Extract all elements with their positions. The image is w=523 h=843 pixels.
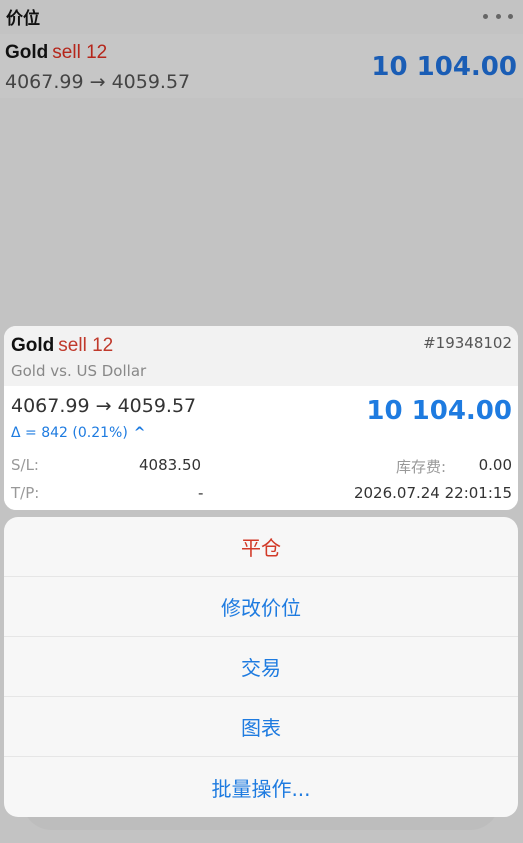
- card-symbol-name: Gold: [11, 335, 55, 356]
- sl-label: S/L:: [11, 456, 39, 474]
- position-profit: 10 104.00: [371, 52, 517, 82]
- price-delta: Δ = 842 (0.21%) ^: [11, 425, 146, 441]
- position-symbol-name: Gold: [5, 42, 49, 63]
- position-row[interactable]: Gold sell 12 4067.99 → 4059.57 10 104.00: [0, 34, 523, 98]
- position-side: sell 12: [52, 42, 108, 63]
- card-profit: 10 104.00: [366, 396, 512, 426]
- more-dots-icon[interactable]: [483, 6, 513, 26]
- close-position-button[interactable]: 平仓: [4, 517, 518, 577]
- swap-label: 库存费:: [396, 458, 447, 476]
- tp-value: -: [198, 484, 204, 502]
- card-header: Gold sell 12 #19348102 Gold vs. US Dollar: [4, 326, 518, 386]
- card-symbol: Gold sell 12: [11, 335, 113, 357]
- card-side: sell 12: [58, 335, 114, 356]
- symbol-description: Gold vs. US Dollar: [11, 362, 147, 380]
- top-bar: 价位: [0, 0, 523, 32]
- card-body: 4067.99 → 4059.57 10 104.00 Δ = 842 (0.2…: [4, 386, 518, 510]
- position-detail-card: Gold sell 12 #19348102 Gold vs. US Dollar…: [4, 326, 518, 510]
- card-prices: 4067.99 → 4059.57: [11, 395, 197, 417]
- trade-button[interactable]: 交易: [4, 637, 518, 697]
- position-symbol: Gold sell 12: [5, 42, 107, 64]
- open-time: 2026.07.24 22:01:15: [353, 484, 512, 502]
- sl-value: 4083.50: [139, 456, 202, 474]
- chevron-up-icon: ^: [133, 425, 146, 441]
- action-sheet: 平仓 修改价位 交易 图表 批量操作...: [4, 517, 518, 817]
- page-title: 价位: [6, 8, 40, 29]
- bulk-operations-button[interactable]: 批量操作...: [4, 757, 518, 817]
- modify-levels-button[interactable]: 修改价位: [4, 577, 518, 637]
- ticket-number: #19348102: [423, 334, 512, 352]
- price-delta-text: Δ = 842 (0.21%): [11, 425, 128, 441]
- swap-value: 0.00: [478, 456, 512, 474]
- position-prices: 4067.99 → 4059.57: [5, 71, 191, 93]
- chart-button[interactable]: 图表: [4, 697, 518, 757]
- tp-label: T/P:: [11, 484, 40, 502]
